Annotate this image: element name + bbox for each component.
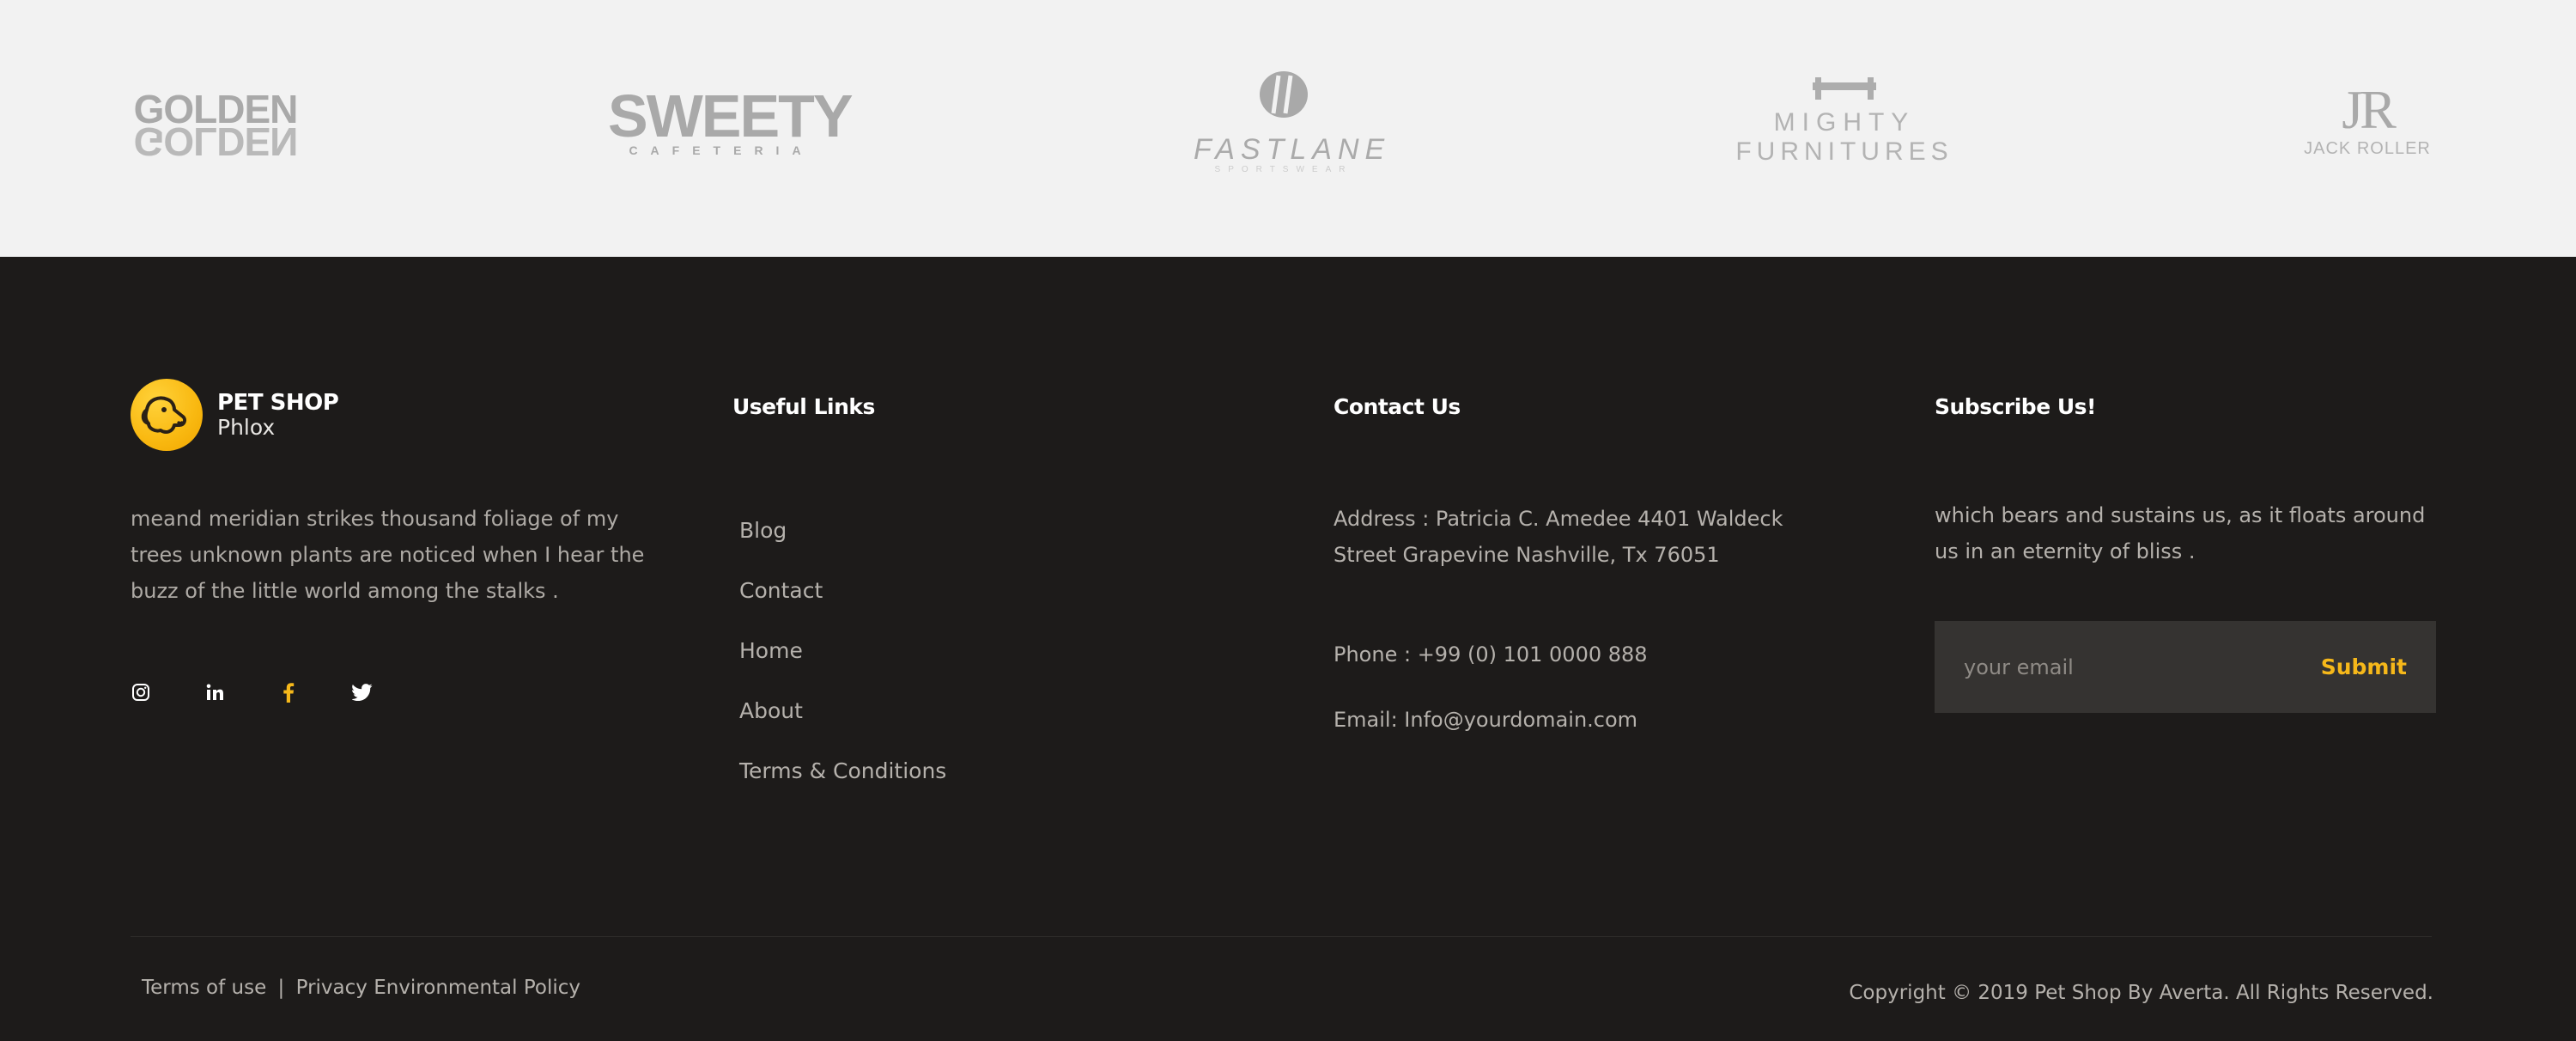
submit-button[interactable]: Submit [2321,654,2407,679]
jack-roller-logo: JR JACK ROLLER [2294,82,2440,160]
mighty-furnitures-logo: MIGHTY FURNITURES [1731,77,1958,167]
sweety-logo-text: SWEETY [608,82,854,149]
golden-logo: GOLDEN GOLDEN [133,89,299,164]
sweety-logo: SWEETY CAFETERIA [608,82,854,158]
footer-link-blog[interactable]: Blog [739,501,946,561]
subscribe-form: Submit [1935,621,2436,713]
sweety-logo-subtext: CAFETERIA [629,143,814,157]
email-input[interactable] [1964,654,2290,679]
logo-subtitle: Phlox [217,415,276,440]
pet-shop-logo[interactable]: PET SHOP Phlox [131,379,339,451]
brand-logos-strip: GOLDEN GOLDEN SWEETY CAFETERIA FASTLANE … [0,0,2576,257]
contact-us-title: Contact Us [1334,394,1461,419]
fastlane-logo: FASTLANE SPORTSWEAR [1194,70,1391,175]
contact-email: Email: Info@yourdomain.com [1334,708,1638,732]
mighty-logo-text: MIGHTY [1773,108,1916,137]
furnitures-logo-text: FURNITURES [1735,137,1953,166]
terms-of-use-link[interactable]: Terms of use [142,977,266,999]
privacy-policy-link[interactable]: Privacy Environmental Policy [296,977,580,999]
footer-link-home[interactable]: Home [739,621,946,681]
social-links [131,682,373,703]
logo-title: PET SHOP [217,390,339,416]
useful-links-title: Useful Links [732,394,875,419]
subscribe-text: which bears and sustains us, as it float… [1935,503,2426,563]
footer-link-about[interactable]: About [739,681,946,741]
bench-icon [1813,77,1876,100]
legal-separator: | [277,977,285,999]
fastlane-mark-icon [1260,71,1308,118]
linkedin-icon[interactable] [204,682,225,703]
contact-phone: Phone : +99 (0) 101 0000 888 [1334,642,1648,667]
footer-link-contact[interactable]: Contact [739,561,946,621]
useful-links-list: Blog Contact Home About Terms & Conditio… [739,501,946,801]
fastlane-logo-text: FASTLANE [1194,133,1391,166]
legal-links: Terms of use | Privacy Environmental Pol… [142,975,580,1001]
fastlane-logo-subtext: SPORTSWEAR [1214,165,1353,174]
contact-address: Address : Patricia C. Amedee 4401 Waldec… [1334,507,1783,567]
jack-roller-monogram: JR [2342,79,2397,140]
footer-divider [131,936,2432,937]
facebook-icon[interactable] [278,682,299,703]
copyright-text: Copyright © 2019 Pet Shop By Averta. All… [1849,982,2433,1004]
site-footer: PET SHOP Phlox meand meridian strikes th… [0,257,2576,1041]
dog-face-icon [131,379,203,451]
twitter-icon[interactable] [352,682,373,703]
instagram-icon[interactable] [131,682,151,703]
subscribe-title: Subscribe Us! [1935,394,2096,419]
footer-link-terms[interactable]: Terms & Conditions [739,741,946,801]
logo-text: PET SHOP Phlox [217,390,339,440]
jack-roller-logo-text: JACK ROLLER [2304,139,2431,158]
about-text: meand meridian strikes thousand foliage … [131,507,645,603]
golden-logo-reflection: GOLDEN [133,119,298,164]
